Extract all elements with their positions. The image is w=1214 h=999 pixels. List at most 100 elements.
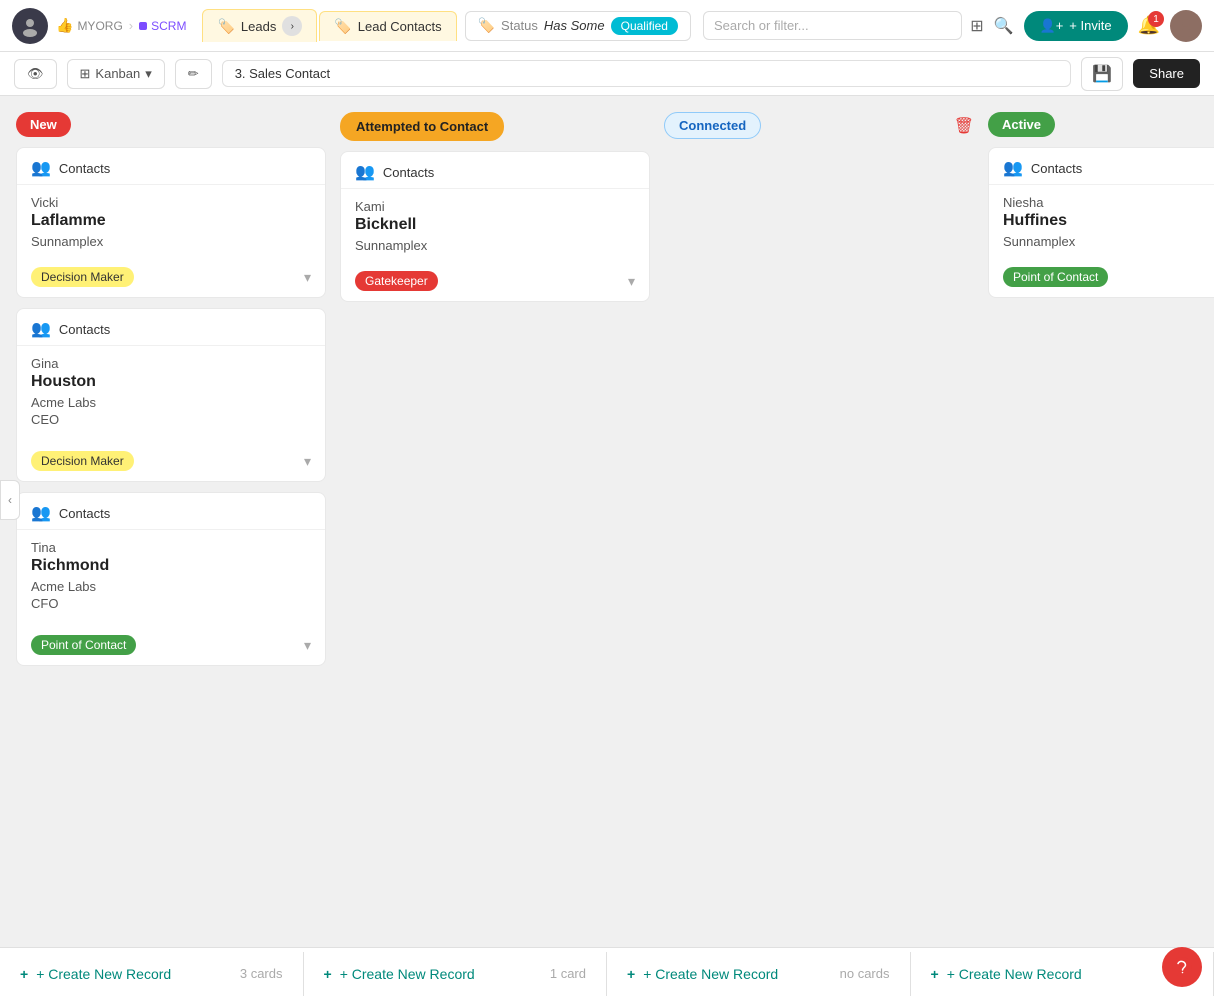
search-bar[interactable]: Search or filter... — [703, 11, 962, 40]
save-icon: 💾 — [1092, 66, 1112, 83]
card-role: CEO — [31, 412, 311, 427]
card-last-name: Huffines — [1003, 212, 1214, 230]
column-label-attempted: Attempted to Contact — [340, 112, 504, 141]
share-button[interactable]: Share — [1133, 59, 1200, 88]
filter-has-some: Has Some — [544, 18, 605, 33]
column-label-connected: Connected — [664, 112, 761, 139]
tab-leads[interactable]: 🏷️ Leads › — [202, 9, 317, 42]
card-header: 👥 Contacts — [989, 148, 1214, 185]
column-header-new: New — [16, 112, 326, 137]
plus-icon: + — [627, 966, 635, 982]
plus-icon: + — [324, 966, 332, 982]
help-button[interactable] — [1162, 947, 1202, 987]
column-label-active: Active — [988, 112, 1055, 137]
card-company: Sunnamplex — [1003, 234, 1214, 249]
column-label-new: New — [16, 112, 71, 137]
contacts-icon: 👥 — [31, 319, 51, 339]
kanban-card[interactable]: 👥Contacts Vicki Laflamme Sunnamplex Deci… — [16, 147, 326, 298]
scrm-icon — [139, 22, 147, 30]
kanban-icon: ⊞ — [80, 66, 91, 82]
plus-icon: + — [931, 966, 939, 982]
notification-button[interactable]: 🔔 1 — [1138, 15, 1160, 36]
notification-badge: 1 — [1148, 11, 1164, 27]
card-last-name: Bicknell — [355, 216, 635, 234]
contacts-icon: 👥 — [355, 162, 375, 182]
create-label: + Create New Record — [947, 966, 1082, 982]
card-body: Vicki Laflamme Sunnamplex — [17, 185, 325, 261]
column-new: New👥Contacts Vicki Laflamme Sunnamplex D… — [16, 112, 326, 947]
column-connected: Connected 🗑 — [664, 112, 974, 947]
view-name-input[interactable] — [222, 60, 1072, 87]
kanban-card[interactable]: 👥Contacts Tina Richmond Acme Labs CFO Po… — [16, 492, 326, 666]
kanban-dropdown-icon: ▾ — [145, 66, 152, 82]
card-footer: Point of Contact ▾ — [989, 261, 1214, 297]
card-footer: Decision Maker ▾ — [17, 261, 325, 297]
column-header-connected: Connected 🗑 — [664, 112, 974, 139]
status-filter[interactable]: 🏷️ Status Has Some Qualified — [465, 11, 691, 41]
invite-button[interactable]: 👤+ + Invite — [1024, 11, 1128, 41]
card-footer: Gatekeeper ▾ — [341, 265, 649, 301]
card-footer: Decision Maker ▾ — [17, 445, 325, 481]
create-new-attempted[interactable]: ++ Create New Record1 card — [304, 952, 608, 996]
edit-icon: ✏ — [188, 66, 199, 82]
card-company: Acme Labs — [31, 395, 311, 410]
card-body: Niesha Huffines Sunnamplex — [989, 185, 1214, 261]
tab-lead-contacts[interactable]: 🏷️ Lead Contacts — [319, 11, 456, 41]
card-section-label: Contacts — [59, 161, 110, 176]
role-badge: Gatekeeper — [355, 271, 438, 291]
view-toggle-button[interactable]: 👁 — [14, 59, 57, 89]
card-header: 👥 Contacts — [341, 152, 649, 189]
card-section-label: Contacts — [383, 165, 434, 180]
create-new-connected[interactable]: ++ Create New Recordno cards — [607, 952, 911, 996]
qualified-badge[interactable]: Qualified — [611, 17, 678, 35]
lead-contacts-icon: 🏷️ — [334, 18, 351, 35]
card-header: 👥Contacts — [17, 309, 325, 346]
card-section-label: Contacts — [59, 506, 110, 521]
card-menu-icon[interactable]: ▾ — [628, 273, 635, 290]
card-last-name: Houston — [31, 373, 311, 391]
card-body: Gina Houston Acme Labs CEO — [17, 346, 325, 445]
leads-arrow[interactable]: › — [282, 16, 302, 36]
card-company: Acme Labs — [31, 579, 311, 594]
search-icon[interactable]: 🔍 — [994, 16, 1014, 36]
kanban-card[interactable]: 👥 Contacts Niesha Huffines Sunnamplex Poi… — [988, 147, 1214, 298]
create-label: + Create New Record — [643, 966, 778, 982]
card-first-name: Tina — [31, 540, 311, 555]
leads-icon: 🏷️ — [217, 18, 234, 35]
contacts-icon: 👥 — [31, 503, 51, 523]
edit-view-button[interactable]: ✏ — [175, 59, 212, 89]
search-placeholder: Search or filter... — [714, 18, 809, 33]
contacts-icon: 👥 — [1003, 158, 1023, 178]
kanban-button[interactable]: ⊞ Kanban ▾ — [67, 59, 165, 89]
kanban-card[interactable]: 👥Contacts Kami Bicknell Sunnamplex Gatek… — [340, 151, 650, 302]
kanban-card[interactable]: 👥Contacts Gina Houston Acme Labs CEO Dec… — [16, 308, 326, 482]
create-new-new[interactable]: ++ Create New Record3 cards — [0, 952, 304, 996]
card-header: 👥 Contacts — [17, 493, 325, 530]
save-button[interactable]: 💾 — [1081, 57, 1123, 91]
delete-column-icon[interactable]: 🗑 — [954, 116, 974, 136]
card-menu-icon[interactable]: ▾ — [304, 453, 311, 470]
kanban-board: ‹ New👥Contacts Vicki Laflamme Sunnamplex… — [0, 96, 1214, 947]
scrm-label[interactable]: SCRM — [139, 19, 186, 33]
collapse-sidebar-arrow[interactable]: ‹ — [0, 480, 20, 520]
card-header: 👥Contacts — [17, 148, 325, 185]
card-company: Sunnamplex — [355, 238, 635, 253]
user-profile-avatar[interactable] — [1170, 10, 1202, 42]
card-count: 3 cards — [240, 966, 283, 981]
role-badge: Decision Maker — [31, 267, 134, 287]
filter-status-label: Status — [501, 18, 538, 33]
card-first-name: Gina — [31, 356, 311, 371]
card-last-name: Laflamme — [31, 212, 311, 230]
role-badge: Point of Contact — [31, 635, 136, 655]
bottom-bar: ++ Create New Record3 cards++ Create New… — [0, 947, 1214, 999]
grid-icon[interactable]: ⊞ — [970, 16, 983, 36]
column-active: Active 👥 Contacts Niesha Huffines Sunnampl… — [988, 112, 1214, 947]
card-menu-icon[interactable]: ▾ — [304, 269, 311, 286]
org-label[interactable]: 👍 MYORG — [56, 17, 123, 34]
card-section-label: Contacts — [1031, 161, 1082, 176]
card-menu-icon[interactable]: ▾ — [304, 637, 311, 654]
user-avatar-icon[interactable] — [12, 8, 48, 44]
breadcrumb: 👍 MYORG › SCRM — [56, 17, 186, 34]
nav-right: ⊞ 🔍 👤+ + Invite 🔔 1 — [970, 10, 1202, 42]
card-first-name: Niesha — [1003, 195, 1214, 210]
